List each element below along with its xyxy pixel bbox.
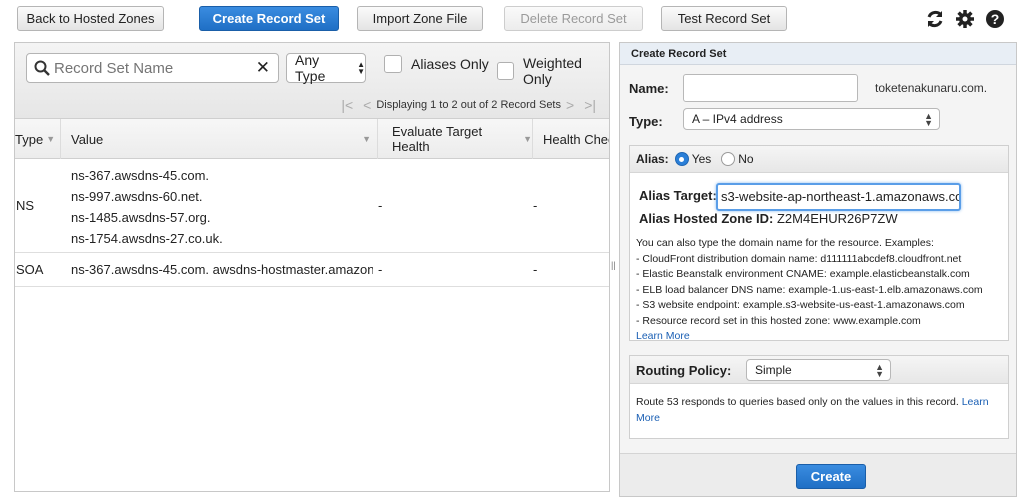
- domain-suffix: toketenakunaru.com.: [875, 81, 988, 95]
- alias-examples: You can also type the domain name for th…: [636, 236, 1006, 345]
- create-button[interactable]: Create: [796, 464, 866, 489]
- search-icon: [34, 60, 50, 76]
- list-item: - Resource record set in this hosted zon…: [636, 314, 921, 327]
- panel-title: Create Record Set: [620, 43, 1016, 65]
- last-page-icon[interactable]: >|: [584, 97, 596, 113]
- alias-section: Alias: Yes No Alias Target: s3-website-a…: [629, 145, 1009, 342]
- table-header: Type ▼ Value ▼ Evaluate Target Health ▼ Hea…: [15, 119, 609, 159]
- gear-icon[interactable]: [955, 9, 975, 29]
- pagination: |< < Displaying 1 to 2 out of 2 Record S…: [336, 97, 601, 113]
- import-zone-file-button[interactable]: Import Zone File: [357, 6, 483, 31]
- panel-splitter-handle[interactable]: ||: [611, 260, 616, 270]
- alias-yes-radio[interactable]: [674, 152, 689, 166]
- list-item: - S3 website endpoint: example.s3-websit…: [636, 299, 965, 311]
- routing-policy-section: Routing Policy: Simple ▲ ▼ Route 53 respo…: [629, 355, 1009, 439]
- alias-target-label: Alias Target:: [639, 188, 717, 203]
- aliases-only-checkbox[interactable]: [384, 55, 402, 73]
- row-health-check: -: [533, 198, 538, 213]
- routing-policy-description: Route 53 responds to queries based only …: [636, 396, 989, 424]
- type-label: Type:: [629, 114, 663, 129]
- weighted-only-label: Weighted Only: [523, 55, 582, 87]
- sort-caret-icon: ▼: [362, 134, 371, 144]
- create-record-set-button[interactable]: Create Record Set: [199, 6, 339, 31]
- routing-policy-dropdown[interactable]: Simple ▲ ▼: [746, 359, 891, 381]
- back-to-hosted-zones-button[interactable]: Back to Hosted Zones: [17, 6, 164, 31]
- alias-learn-more-link[interactable]: Learn More: [636, 329, 1006, 345]
- table-row[interactable]: SOA ns-367.awsdns-45.com. awsdns-hostmas…: [15, 253, 609, 287]
- record-type-value: Any Type: [295, 52, 326, 84]
- sort-caret-icon: ▼: [46, 134, 56, 144]
- top-toolbar: Back to Hosted Zones Create Record Set I…: [0, 0, 1024, 40]
- alias-target-input[interactable]: s3-website-ap-northeast-1.amazonaws.com: [716, 183, 961, 211]
- alias-no-label: No: [738, 152, 754, 166]
- alias-hosted-zone-value: Z2M4EHUR26P7ZW: [776, 211, 898, 226]
- record-type-select[interactable]: Any Type ▲ ▼: [286, 52, 366, 84]
- alias-label: Alias:: [636, 152, 669, 166]
- search-input[interactable]: [54, 59, 244, 77]
- help-icon[interactable]: ?: [985, 9, 1005, 29]
- clear-search-icon[interactable]: ✕: [256, 58, 270, 78]
- svg-text:?: ?: [991, 11, 1000, 27]
- weighted-only-checkbox[interactable]: [497, 62, 515, 80]
- column-header-evaluate-target-health[interactable]: Evaluate Target Health ▼: [378, 119, 533, 159]
- alias-hosted-zone: Alias Hosted Zone ID: Z2M4EHUR26P7ZW: [639, 211, 898, 226]
- aliases-only-label: Aliases Only: [411, 56, 489, 72]
- row-value: ns-367.awsdns-45.com. awsdns-hostmaster.…: [71, 262, 373, 277]
- create-record-set-panel: Create Record Set Name: toketenakunaru.c…: [619, 42, 1017, 497]
- row-value: ns-367.awsdns-45.com. ns-997.awsdns-60.n…: [71, 168, 223, 246]
- name-label: Name:: [629, 81, 669, 96]
- panel-footer: Create: [620, 453, 1016, 496]
- alias-yes-label: Yes: [691, 152, 712, 166]
- table-row[interactable]: NS ns-367.awsdns-45.com. ns-997.awsdns-6…: [15, 160, 609, 253]
- prev-page-icon[interactable]: <: [363, 97, 371, 113]
- list-item: - Elastic Beanstalk environment CNAME: e…: [636, 268, 970, 280]
- row-health-check: -: [533, 262, 538, 277]
- alias-no-radio[interactable]: [721, 152, 736, 166]
- column-header-health-check[interactable]: Health Check: [533, 119, 609, 159]
- select-arrows-icon: ▲ ▼: [357, 60, 365, 76]
- test-record-set-button[interactable]: Test Record Set: [661, 6, 787, 31]
- record-type-dropdown-value: A – IPv4 address: [692, 112, 783, 126]
- weighted-only-option[interactable]: Weighted Only: [497, 55, 609, 87]
- delete-record-set-button[interactable]: Delete Record Set: [504, 6, 643, 31]
- list-item: - CloudFront distribution domain name: d…: [636, 252, 962, 265]
- select-arrows-icon: ▲ ▼: [924, 111, 933, 128]
- record-sets-panel: ✕ Any Type ▲▼ Aliases Only Weighted Only…: [14, 42, 610, 492]
- name-input[interactable]: [683, 74, 858, 102]
- select-arrows-icon: ▲ ▼: [875, 362, 884, 379]
- row-type: NS: [16, 198, 35, 213]
- next-page-icon[interactable]: >: [566, 97, 574, 113]
- pagination-status: Displaying 1 to 2 out of 2 Record Sets: [376, 99, 561, 111]
- row-type: SOA: [16, 262, 44, 277]
- record-type-dropdown[interactable]: A – IPv4 address ▲ ▼: [683, 108, 940, 130]
- routing-policy-value: Simple: [755, 363, 792, 377]
- search-box[interactable]: ✕: [26, 53, 279, 83]
- filter-bar: ✕ Any Type ▲▼ Aliases Only Weighted Only…: [15, 43, 609, 119]
- row-evaluate-target-health: -: [378, 198, 383, 213]
- column-header-value[interactable]: Value ▼: [61, 119, 378, 159]
- first-page-icon[interactable]: |<: [341, 97, 353, 113]
- column-header-type[interactable]: Type ▼: [15, 119, 61, 159]
- list-item: - ELB load balancer DNS name: example-1.…: [636, 283, 983, 296]
- sort-caret-icon: ▼: [523, 134, 532, 144]
- routing-policy-label: Routing Policy:: [636, 363, 732, 378]
- alias-toggle: Alias: Yes No: [630, 146, 1008, 173]
- row-evaluate-target-health: -: [378, 262, 383, 277]
- refresh-icon[interactable]: [925, 9, 945, 29]
- aliases-only-option[interactable]: Aliases Only: [384, 55, 489, 73]
- alias-hosted-zone-label: Alias Hosted Zone ID:: [639, 211, 774, 226]
